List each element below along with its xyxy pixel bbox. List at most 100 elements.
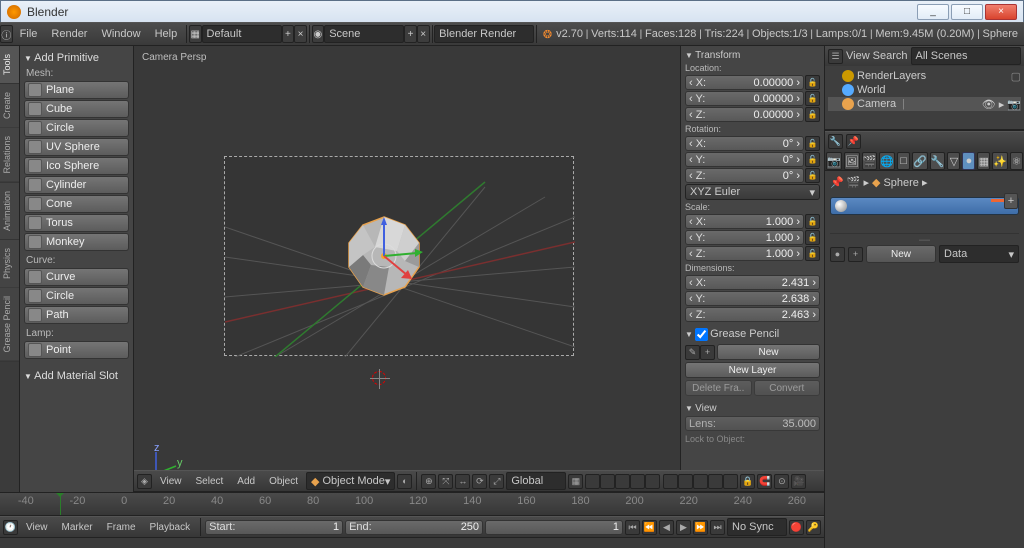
tab-physics[interactable]: Physics	[0, 240, 19, 288]
tab-material-icon[interactable]: ●	[962, 152, 975, 170]
pin-small-icon[interactable]: 📌	[830, 176, 844, 189]
location-x-field[interactable]: ‹ X:0.00000 ›	[685, 75, 804, 90]
panel-add-material[interactable]: Add Material Slot	[24, 370, 129, 382]
3d-viewport[interactable]: Camera Persp	[134, 46, 824, 492]
scale-z-field[interactable]: ‹ Z:1.000 ›	[685, 246, 804, 261]
maximize-button[interactable]: □	[951, 4, 983, 20]
outliner-item[interactable]: World	[828, 83, 1021, 97]
start-frame-field[interactable]: Start:1	[205, 520, 343, 535]
tab-grease-pencil[interactable]: Grease Pencil	[0, 288, 19, 362]
material-new-button[interactable]: New	[866, 245, 936, 263]
render-preview-icon[interactable]: 🎥	[791, 474, 806, 489]
panel-grease-pencil[interactable]: Grease Pencil	[685, 328, 820, 341]
screen-del-icon[interactable]: ×	[294, 25, 307, 43]
gp-checkbox[interactable]	[695, 328, 708, 341]
pin-icon[interactable]: 📌	[846, 134, 861, 149]
scene-browse-icon[interactable]: ◉	[312, 25, 325, 43]
manipulator-icon[interactable]: ⤧	[438, 474, 453, 489]
menu-render[interactable]: Render	[44, 22, 94, 46]
screen-layout-field[interactable]: Default	[202, 25, 282, 43]
out-menu-view[interactable]: View	[846, 50, 870, 62]
location-y-field[interactable]: ‹ Y:0.00000 ›	[685, 91, 804, 106]
add-monkey-button[interactable]: Monkey	[24, 233, 129, 251]
rotation-x-field[interactable]: ‹ X:0° ›	[685, 136, 804, 151]
jump-end-icon[interactable]: ⏭	[710, 520, 725, 535]
layers-icon[interactable]: ▦	[568, 474, 583, 489]
outliner-item[interactable]: Camera|👁 ▸ 📷	[828, 97, 1021, 111]
panel-add-primitive[interactable]: Add Primitive	[24, 52, 129, 64]
manipulator-translate-icon[interactable]: ↔	[455, 474, 470, 489]
tl-menu-view[interactable]: View	[20, 522, 54, 533]
manipulator-scale-icon[interactable]: ⤢	[489, 474, 504, 489]
keyframe-prev-icon[interactable]: ⏪	[642, 520, 657, 535]
tab-object-icon[interactable]: □	[897, 152, 910, 170]
editor-type-icon[interactable]: ⓘ	[0, 25, 13, 43]
tl-menu-frame[interactable]: Frame	[101, 522, 142, 533]
editor-3dview-icon[interactable]: ◈	[137, 474, 152, 489]
dimension-x-field[interactable]: ‹ X:2.431 ›	[685, 275, 820, 290]
outliner-item[interactable]: RenderLayers▢	[828, 69, 1021, 83]
outliner-filter-dropdown[interactable]: All Scenes	[911, 47, 1021, 65]
manipulator-rotate-icon[interactable]: ⟳	[472, 474, 487, 489]
rotation-y-field[interactable]: ‹ Y:0° ›	[685, 152, 804, 167]
lock-icon[interactable]: 🔓	[805, 214, 820, 229]
dimension-z-field[interactable]: ‹ Z:2.463 ›	[685, 307, 820, 322]
add-cone-button[interactable]: Cone	[24, 195, 129, 213]
minimize-button[interactable]: _	[917, 4, 949, 20]
tab-particles-icon[interactable]: ✨	[992, 152, 1008, 170]
add-ico-sphere-button[interactable]: Ico Sphere	[24, 157, 129, 175]
rotation-mode-dropdown[interactable]: XYZ Euler▾	[685, 184, 820, 200]
tab-constraints-icon[interactable]: 🔗	[912, 152, 928, 170]
end-frame-field[interactable]: End:250	[345, 520, 483, 535]
dimension-y-field[interactable]: ‹ Y:2.638 ›	[685, 291, 820, 306]
lens-field[interactable]: Lens:35.000	[685, 416, 820, 431]
menu-view[interactable]: View	[154, 476, 188, 487]
panel-transform[interactable]: Transform	[685, 50, 820, 61]
scene-del-icon[interactable]: ×	[417, 25, 430, 43]
tab-tools[interactable]: Tools	[0, 46, 19, 84]
play-icon[interactable]: ▶	[676, 520, 691, 535]
tab-modifiers-icon[interactable]: 🔧	[930, 152, 946, 170]
mode-dropdown[interactable]: ◆Object Mode▾	[306, 472, 395, 490]
snap-element-icon[interactable]: ⊙	[774, 474, 789, 489]
menu-file[interactable]: File	[13, 22, 45, 46]
orientation-dropdown[interactable]: Global	[506, 472, 566, 490]
location-z-field[interactable]: ‹ Z:0.00000 ›	[685, 107, 804, 122]
add-lamp-point-button[interactable]: Point	[24, 341, 129, 359]
scene-field[interactable]: Scene	[324, 25, 404, 43]
add-curve-path-button[interactable]: Path	[24, 306, 129, 324]
add-material-slot-button[interactable]: +	[1004, 193, 1018, 209]
add-torus-button[interactable]: Torus	[24, 214, 129, 232]
keying-set-icon[interactable]: 🔑	[806, 520, 821, 535]
gp-new-layer-button[interactable]: New Layer	[685, 362, 820, 378]
menu-help[interactable]: Help	[148, 22, 185, 46]
tl-menu-marker[interactable]: Marker	[56, 522, 99, 533]
render-engine-field[interactable]: Blender Render	[434, 25, 534, 43]
tab-render-icon[interactable]: 📷	[826, 152, 842, 170]
gp-delete-button[interactable]: Delete Fra..	[685, 380, 752, 396]
add-curve-curve-button[interactable]: Curve	[24, 268, 129, 286]
tab-create[interactable]: Create	[0, 84, 19, 128]
snap-icon[interactable]: 🧲	[757, 474, 772, 489]
jump-start-icon[interactable]: ⏮	[625, 520, 640, 535]
layer-buttons[interactable]	[585, 474, 738, 489]
out-menu-search[interactable]: Search	[873, 50, 908, 62]
rotation-z-field[interactable]: ‹ Z:0° ›	[685, 168, 804, 183]
editor-timeline-icon[interactable]: 🕐	[3, 520, 18, 535]
gp-convert-button[interactable]: Convert	[754, 380, 821, 396]
tab-animation[interactable]: Animation	[0, 183, 19, 240]
tab-physics-icon[interactable]: ⚛	[1010, 152, 1023, 170]
add-uv-sphere-button[interactable]: UV Sphere	[24, 138, 129, 156]
material-browse-icon[interactable]: ●	[830, 247, 845, 262]
add-curve-circle-button[interactable]: Circle	[24, 287, 129, 305]
lock-icon[interactable]: 🔓	[805, 75, 820, 90]
timeline-cursor[interactable]	[60, 493, 61, 515]
play-rev-icon[interactable]: ◀	[659, 520, 674, 535]
editor-outliner-icon[interactable]: ☰	[828, 49, 843, 64]
menu-add[interactable]: Add	[231, 476, 261, 487]
pivot-icon[interactable]: ⊕	[421, 474, 436, 489]
tab-scene-icon[interactable]: 🎬	[862, 152, 878, 170]
lock-icon[interactable]: 🔓	[805, 136, 820, 151]
add-plane-button[interactable]: Plane	[24, 81, 129, 99]
keyframe-next-icon[interactable]: ⏩	[693, 520, 708, 535]
